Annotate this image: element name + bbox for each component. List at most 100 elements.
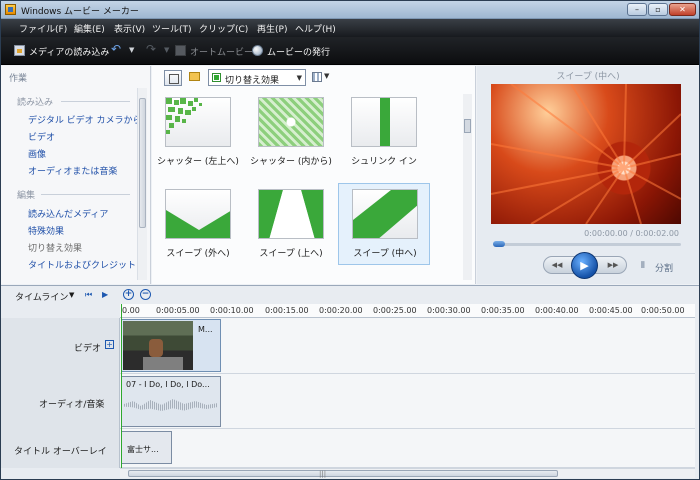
audio-waveform [124, 399, 218, 411]
section-heading-import: 読み込み [17, 98, 54, 108]
transition-thumb [165, 97, 231, 147]
menu-play[interactable]: 再生(P) [257, 22, 287, 35]
menu-file[interactable]: ファイル(F) [19, 22, 67, 35]
zoom-in-icon[interactable]: + [123, 289, 134, 300]
collection-select[interactable]: 切り替え効果 ▼ [208, 69, 306, 86]
task-titles-credits[interactable]: タイトルおよびクレジット [28, 258, 136, 271]
tasks-pane-title: 作業 [9, 74, 28, 84]
publish-movie-button[interactable]: ムービーの発行 [267, 45, 330, 58]
tasks-scrollbar[interactable] [137, 88, 147, 280]
preview-time: 0:00:00.00 / 0:00:02.00 [584, 229, 679, 238]
track-label-video: ビデオ [74, 344, 102, 354]
task-from-camera[interactable]: デジタル ビデオ カメラから [28, 113, 142, 126]
video-track[interactable]: M... [120, 318, 695, 374]
maximize-button[interactable]: ▫ [648, 3, 668, 16]
transition-label: スイープ (上へ) [259, 249, 323, 259]
section-heading-edit: 編集 [17, 191, 36, 201]
title-overlay-track[interactable]: 富士サ... [120, 429, 695, 468]
track-label-title-overlay: タイトル オーバーレイ [14, 447, 107, 457]
split-button[interactable]: 分割 [655, 261, 673, 274]
view-toggle-icon[interactable] [164, 70, 182, 86]
window-title: Windows ムービー メーカー [21, 7, 139, 17]
track-label-audio: オーディオ/音楽 [39, 400, 105, 410]
play-timeline-icon[interactable]: ▶ [102, 290, 108, 299]
menu-tools[interactable]: ツール(T) [152, 22, 192, 35]
import-media-icon[interactable] [14, 45, 25, 56]
menu-edit[interactable]: 編集(E) [74, 22, 105, 35]
auto-movie-button[interactable]: オートムービー [190, 45, 253, 58]
transition-thumb [165, 189, 231, 239]
expand-video-track-icon[interactable]: + [105, 340, 114, 349]
title-clip[interactable]: 富士サ... [121, 431, 172, 464]
time-tick: 0:00:20.00 [319, 306, 363, 315]
split-icon[interactable]: ⫴ [641, 261, 651, 271]
transition-label: スイープ (外へ) [166, 249, 230, 259]
tasks-scroll-thumb[interactable] [139, 98, 146, 228]
sweep-up-preview [259, 190, 323, 238]
transition-label: スイープ (中へ) [353, 249, 417, 259]
timeline-tracks: 0.00 0:00:05.00 0:00:10.00 0:00:15.00 0:… [1, 304, 699, 479]
timeline-panel: タイムライン ▼ ⏮ ▶ + − 0.00 0:00:05.00 0:00:10… [1, 285, 699, 479]
transition-tile-shrink-in[interactable]: シュリンク イン [338, 92, 430, 174]
playhead[interactable] [121, 304, 122, 468]
transition-tile-sweep-in[interactable]: スイープ (中へ) [338, 183, 430, 265]
time-tick: 0:00:45.00 [589, 306, 633, 315]
next-frame-button[interactable]: ▶▶ [604, 260, 622, 271]
time-tick: 0:00:15.00 [265, 306, 309, 315]
video-clip[interactable]: M... [121, 319, 221, 372]
transition-label: シャッター (内から) [250, 157, 332, 167]
task-audio-music[interactable]: オーディオまたは音楽 [28, 164, 117, 177]
title-clip-name: 富士サ... [127, 445, 159, 454]
timeline-view-button[interactable]: タイムライン [15, 290, 68, 303]
time-tick: 0:00:25.00 [373, 306, 417, 315]
preview-monitor: スイープ (中へ) 0:00:00.00 / 0:00:02.00 ◀◀ ▶▶ … [477, 66, 699, 284]
transition-thumb [352, 189, 418, 239]
seek-bar[interactable] [493, 241, 681, 247]
close-button[interactable]: ✕ [669, 3, 696, 16]
time-ruler[interactable]: 0.00 0:00:05.00 0:00:10.00 0:00:15.00 0:… [120, 304, 695, 318]
folder-icon[interactable] [189, 72, 200, 81]
task-images[interactable]: 画像 [28, 147, 46, 160]
minimize-button[interactable]: – [627, 3, 647, 16]
audio-clip[interactable]: 07 - I Do, I Do, I Do... [121, 376, 221, 427]
zoom-out-icon[interactable]: − [140, 289, 151, 300]
shrink-in-preview [380, 98, 390, 146]
transition-tile-sweep-out[interactable]: スイープ (外へ) [152, 184, 244, 266]
task-transitions[interactable]: 切り替え効果 [28, 241, 82, 254]
rewind-timeline-icon[interactable]: ⏮ [85, 290, 92, 300]
undo-icon[interactable]: ↶ [111, 42, 121, 56]
undo-dropdown-icon[interactable]: ▼ [129, 46, 134, 54]
task-video[interactable]: ビデオ [28, 130, 55, 143]
menu-help[interactable]: ヘルプ(H) [295, 22, 336, 35]
transition-tile-shatter-inward[interactable]: シャッター (内から) [245, 92, 337, 174]
transitions-scrollbar[interactable] [463, 94, 472, 280]
audio-track[interactable]: 07 - I Do, I Do, I Do... [120, 374, 695, 429]
timeline-scrollbar[interactable]: ||| [120, 468, 695, 478]
transition-label: シャッター (左上へ) [157, 157, 239, 167]
publish-movie-icon[interactable] [252, 45, 263, 56]
transition-tile-sweep-up[interactable]: スイープ (上へ) [245, 184, 337, 266]
redo-dropdown-icon[interactable]: ▼ [164, 46, 169, 54]
transition-tile-shatter-topleft[interactable]: シャッター (左上へ) [152, 92, 244, 174]
import-media-button[interactable]: メディアの読み込み [29, 45, 109, 58]
video-clip-name: M... [198, 325, 213, 334]
menu-view[interactable]: 表示(V) [114, 22, 145, 35]
previous-frame-button[interactable]: ◀◀ [548, 260, 566, 271]
play-button[interactable]: ▶ [571, 252, 598, 279]
menu-clip[interactable]: クリップ(C) [199, 22, 248, 35]
view-options-dropdown-icon[interactable]: ▼ [324, 72, 329, 80]
task-effects[interactable]: 特殊効果 [28, 224, 64, 237]
timeline-scroll-thumb[interactable]: ||| [128, 470, 558, 478]
collection-select-value: 切り替え効果 [225, 76, 280, 86]
task-imported-media[interactable]: 読み込んだメディア [28, 207, 108, 220]
transition-thumb [258, 189, 324, 239]
seek-thumb[interactable] [493, 241, 505, 247]
shatter-topleft-preview [166, 98, 202, 134]
auto-movie-icon[interactable] [175, 45, 186, 56]
time-tick: 0:00:10.00 [210, 306, 254, 315]
transitions-scroll-thumb[interactable] [464, 119, 471, 133]
chevron-down-icon[interactable]: ▼ [69, 291, 74, 299]
preview-image [491, 84, 681, 224]
view-options-icon[interactable] [312, 72, 322, 82]
redo-icon[interactable]: ↷ [146, 42, 156, 56]
